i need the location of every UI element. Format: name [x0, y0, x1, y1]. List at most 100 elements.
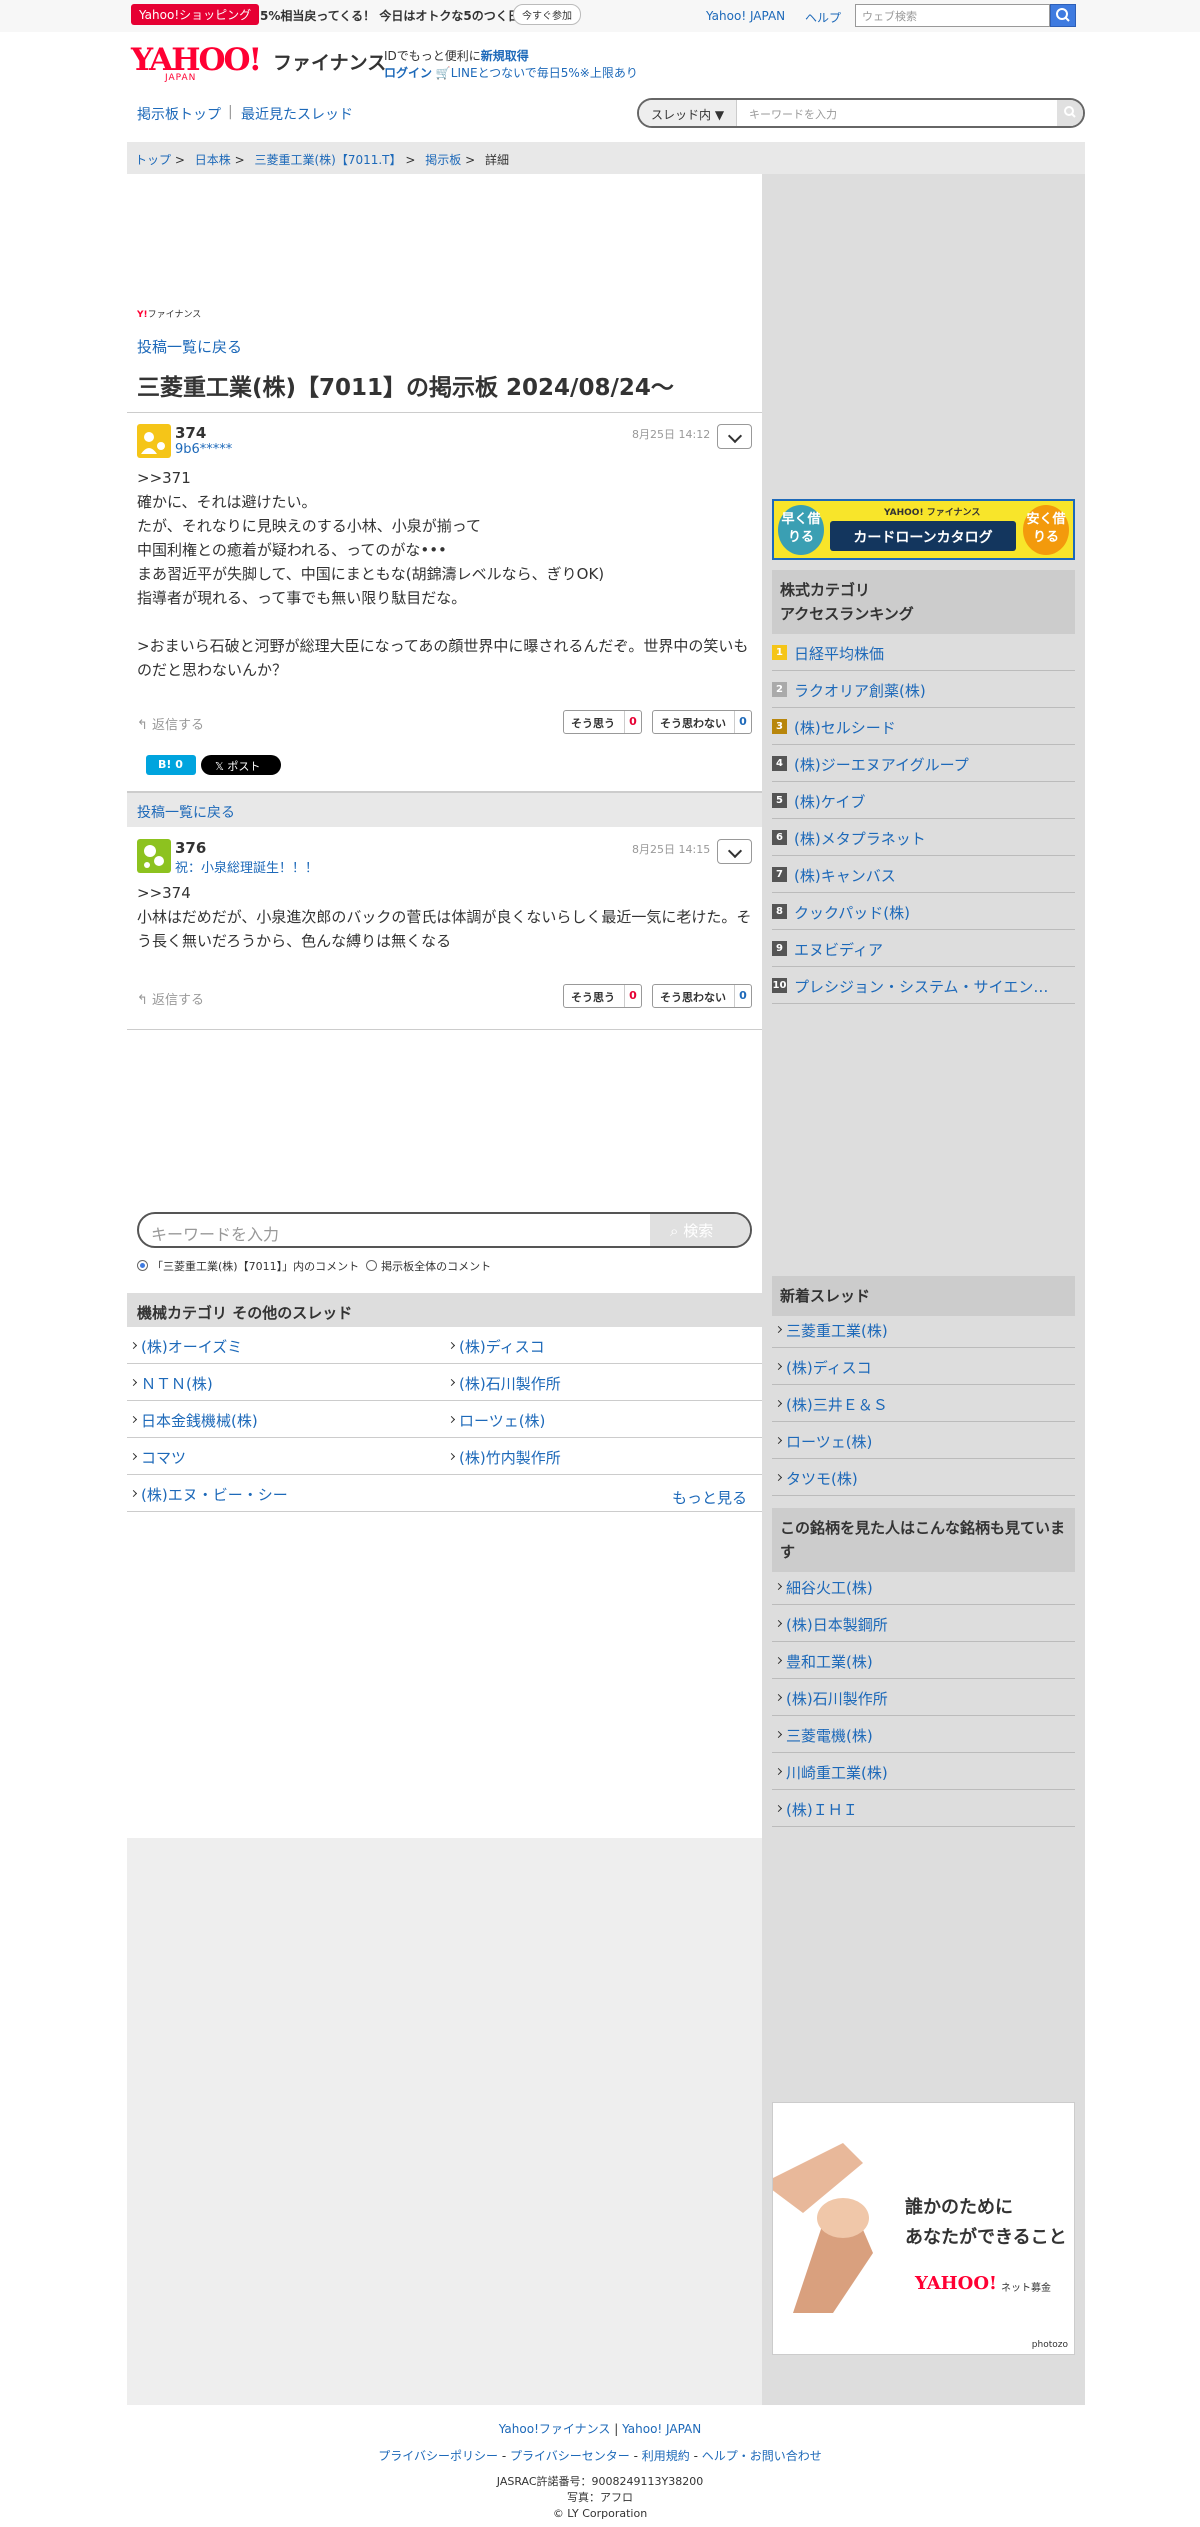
more-threads-link[interactable]: もっと見る: [672, 1487, 747, 1508]
breadcrumb-board[interactable]: 掲示板: [425, 153, 461, 167]
also-viewed-link[interactable]: 川崎重工業(株): [772, 1753, 1075, 1790]
agree-button[interactable]: そう思う 0: [563, 710, 642, 734]
user-avatar-icon: [144, 845, 164, 868]
post-number[interactable]: 374: [175, 424, 206, 442]
ranking-item[interactable]: 9 エヌビディア: [772, 930, 1075, 967]
ranking-item[interactable]: 5 (株)ケイブ: [772, 782, 1075, 819]
agree-count: 0: [624, 985, 641, 1007]
board-top-link[interactable]: 掲示板トップ: [137, 104, 221, 124]
privacy-policy-link[interactable]: プライバシーポリシー: [378, 2449, 498, 2463]
avatar[interactable]: [137, 839, 171, 873]
comment-search-button[interactable]: ⌕ 検索: [650, 1214, 750, 1246]
disagree-button[interactable]: そう思わない 0: [652, 710, 752, 734]
help-contact-link[interactable]: ヘルプ・お問い合わせ: [702, 2449, 822, 2463]
shopping-join-button[interactable]: 今すぐ参加: [513, 4, 581, 25]
ranking-item[interactable]: 2 ラクオリア創薬(株): [772, 671, 1075, 708]
web-search-input[interactable]: ウェブ検索: [855, 4, 1050, 27]
yahoo-japan-link[interactable]: Yahoo! JAPAN: [706, 9, 785, 23]
also-viewed-link[interactable]: 細谷火工(株): [772, 1568, 1075, 1605]
category-thread-link[interactable]: (株)エヌ・ビー・シー: [127, 1475, 762, 1512]
site-title[interactable]: ファイナンス: [273, 48, 386, 75]
recent-threads-link[interactable]: 最近見たスレッド: [241, 104, 353, 124]
yahoo-logo[interactable]: YAHOO! JAPAN: [131, 44, 269, 83]
post-number[interactable]: 376: [175, 839, 206, 857]
shopping-promo-text[interactable]: 5%相当戻ってくる！ 今日はオトクな5のつく日: [260, 7, 520, 24]
radio-thread[interactable]: [137, 1260, 148, 1271]
privacy-center-link[interactable]: プライバシーセンター: [510, 2449, 630, 2463]
post-user[interactable]: 9b6*****: [175, 442, 232, 457]
also-viewed-link[interactable]: (株)ＩＨＩ: [772, 1790, 1075, 1827]
search-icon: ⌕: [670, 1222, 679, 1240]
category-thread-link[interactable]: (株)石川製作所: [445, 1364, 763, 1401]
post-user[interactable]: 祝：小泉総理誕生！！！: [175, 857, 318, 876]
post-menu-button[interactable]: [717, 839, 752, 864]
rank-number: 6: [772, 830, 787, 845]
new-thread-link[interactable]: ローツェ(株): [772, 1422, 1075, 1459]
thread-search-button[interactable]: [1057, 100, 1083, 126]
charity-banner[interactable]: 誰かのために あなたができること YAHOO! ネット募金 photozo: [772, 2102, 1075, 2355]
category-thread-link[interactable]: ＮＴＮ(株): [127, 1364, 445, 1401]
new-threads-heading: 新着スレッド: [772, 1276, 1075, 1316]
yfinance-mini-logo: Y!ファイナンス: [137, 310, 202, 320]
top-bar: Yahoo!ショッピング 5%相当戻ってくる！ 今日はオトクな5のつく日 今すぐ…: [0, 0, 1200, 32]
ranking-item[interactable]: 7 (株)キャンバス: [772, 856, 1075, 893]
category-thread-link[interactable]: (株)竹内製作所: [445, 1438, 763, 1475]
hatena-bookmark-button[interactable]: B! 0: [146, 755, 196, 775]
reply-button[interactable]: ↰ 返信する: [137, 989, 204, 1008]
category-thread-link[interactable]: 日本金銭機械(株): [127, 1401, 445, 1438]
ranking-item[interactable]: 4 (株)ジーエヌアイグループ: [772, 745, 1075, 782]
reply-button[interactable]: ↰ 返信する: [137, 714, 204, 733]
breadcrumb-jp-stocks[interactable]: 日本株: [195, 153, 231, 167]
search-icon: [1064, 106, 1076, 118]
back-to-list-link[interactable]: 投稿一覧に戻る: [137, 336, 242, 357]
reply-anchor-link[interactable]: >>371: [137, 466, 752, 490]
disagree-count: 0: [734, 985, 751, 1007]
category-thread-link[interactable]: コマツ: [127, 1438, 445, 1475]
avatar[interactable]: [137, 424, 171, 458]
x-post-button[interactable]: 𝕏 ポスト: [201, 755, 281, 775]
breadcrumb-stock[interactable]: 三菱重工業(株)【7011.T】: [254, 153, 401, 167]
comment-search-input[interactable]: キーワードを入力: [151, 1221, 279, 1245]
also-viewed-link[interactable]: (株)石川製作所: [772, 1679, 1075, 1716]
ranking-item[interactable]: 1 日経平均株価: [772, 634, 1075, 671]
web-search-button[interactable]: [1050, 4, 1076, 27]
ranking-item[interactable]: 3 (株)セルシード: [772, 708, 1075, 745]
category-thread-link[interactable]: ローツェ(株): [445, 1401, 763, 1438]
radio-all[interactable]: [366, 1260, 378, 1271]
new-thread-link[interactable]: (株)ディスコ: [772, 1348, 1075, 1385]
login-link[interactable]: ログイン: [384, 66, 432, 80]
back-to-list-bar[interactable]: 投稿一覧に戻る: [127, 791, 762, 827]
agree-button[interactable]: そう思う 0: [563, 984, 642, 1008]
cardloan-banner[interactable]: 早く借りる YAHOO! ファイナンス カードローンカタログ 安く借りる: [772, 499, 1075, 560]
breadcrumb-top[interactable]: トップ: [135, 153, 171, 167]
disagree-button[interactable]: そう思わない 0: [652, 984, 752, 1008]
register-link[interactable]: 新規取得: [481, 49, 529, 63]
new-thread-link[interactable]: タツモ(株): [772, 1459, 1075, 1496]
category-threads-heading: 機械カテゴリ その他のスレッド: [127, 1293, 762, 1327]
thread-search-input[interactable]: キーワードを入力: [749, 106, 837, 122]
help-link[interactable]: ヘルプ: [805, 9, 841, 26]
also-viewed-link[interactable]: 豊和工業(株): [772, 1642, 1075, 1679]
footer: Yahoo!ファイナンス | Yahoo! JAPAN プライバシーポリシー -…: [0, 2420, 1200, 2522]
new-thread-link[interactable]: 三菱重工業(株): [772, 1311, 1075, 1348]
ranking-heading: 株式カテゴリ アクセスランキング: [772, 570, 1075, 634]
category-thread-link[interactable]: (株)オーイズミ: [127, 1327, 445, 1364]
footer-yahoo-japan-link[interactable]: Yahoo! JAPAN: [622, 2422, 701, 2436]
also-viewed-link[interactable]: 三菱電機(株): [772, 1716, 1075, 1753]
shopping-badge[interactable]: Yahoo!ショッピング: [131, 4, 260, 25]
terms-link[interactable]: 利用規約: [642, 2449, 690, 2463]
also-viewed-link[interactable]: (株)日本製鋼所: [772, 1605, 1075, 1642]
post-menu-button[interactable]: [717, 424, 752, 449]
rank-number: 5: [772, 793, 787, 808]
ranking-item[interactable]: 8 クックパッド(株): [772, 893, 1075, 930]
search-scope-select[interactable]: スレッド内 ▼: [639, 100, 737, 126]
new-thread-link[interactable]: (株)三井Ｅ＆Ｓ: [772, 1385, 1075, 1422]
back-to-list-link[interactable]: 投稿一覧に戻る: [137, 805, 235, 821]
line-promo-link[interactable]: LINEとつないで毎日5%※上限あり: [451, 66, 638, 80]
reply-arrow-icon: ↰: [137, 718, 148, 733]
category-thread-link[interactable]: (株)ディスコ: [445, 1327, 763, 1364]
ranking-item[interactable]: 10 プレシジョン・システム・サイエン…: [772, 967, 1075, 1004]
footer-yfinance-link[interactable]: Yahoo!ファイナンス: [499, 2422, 611, 2436]
rank-number: 1: [772, 645, 787, 660]
ranking-item[interactable]: 6 (株)メタプラネット: [772, 819, 1075, 856]
